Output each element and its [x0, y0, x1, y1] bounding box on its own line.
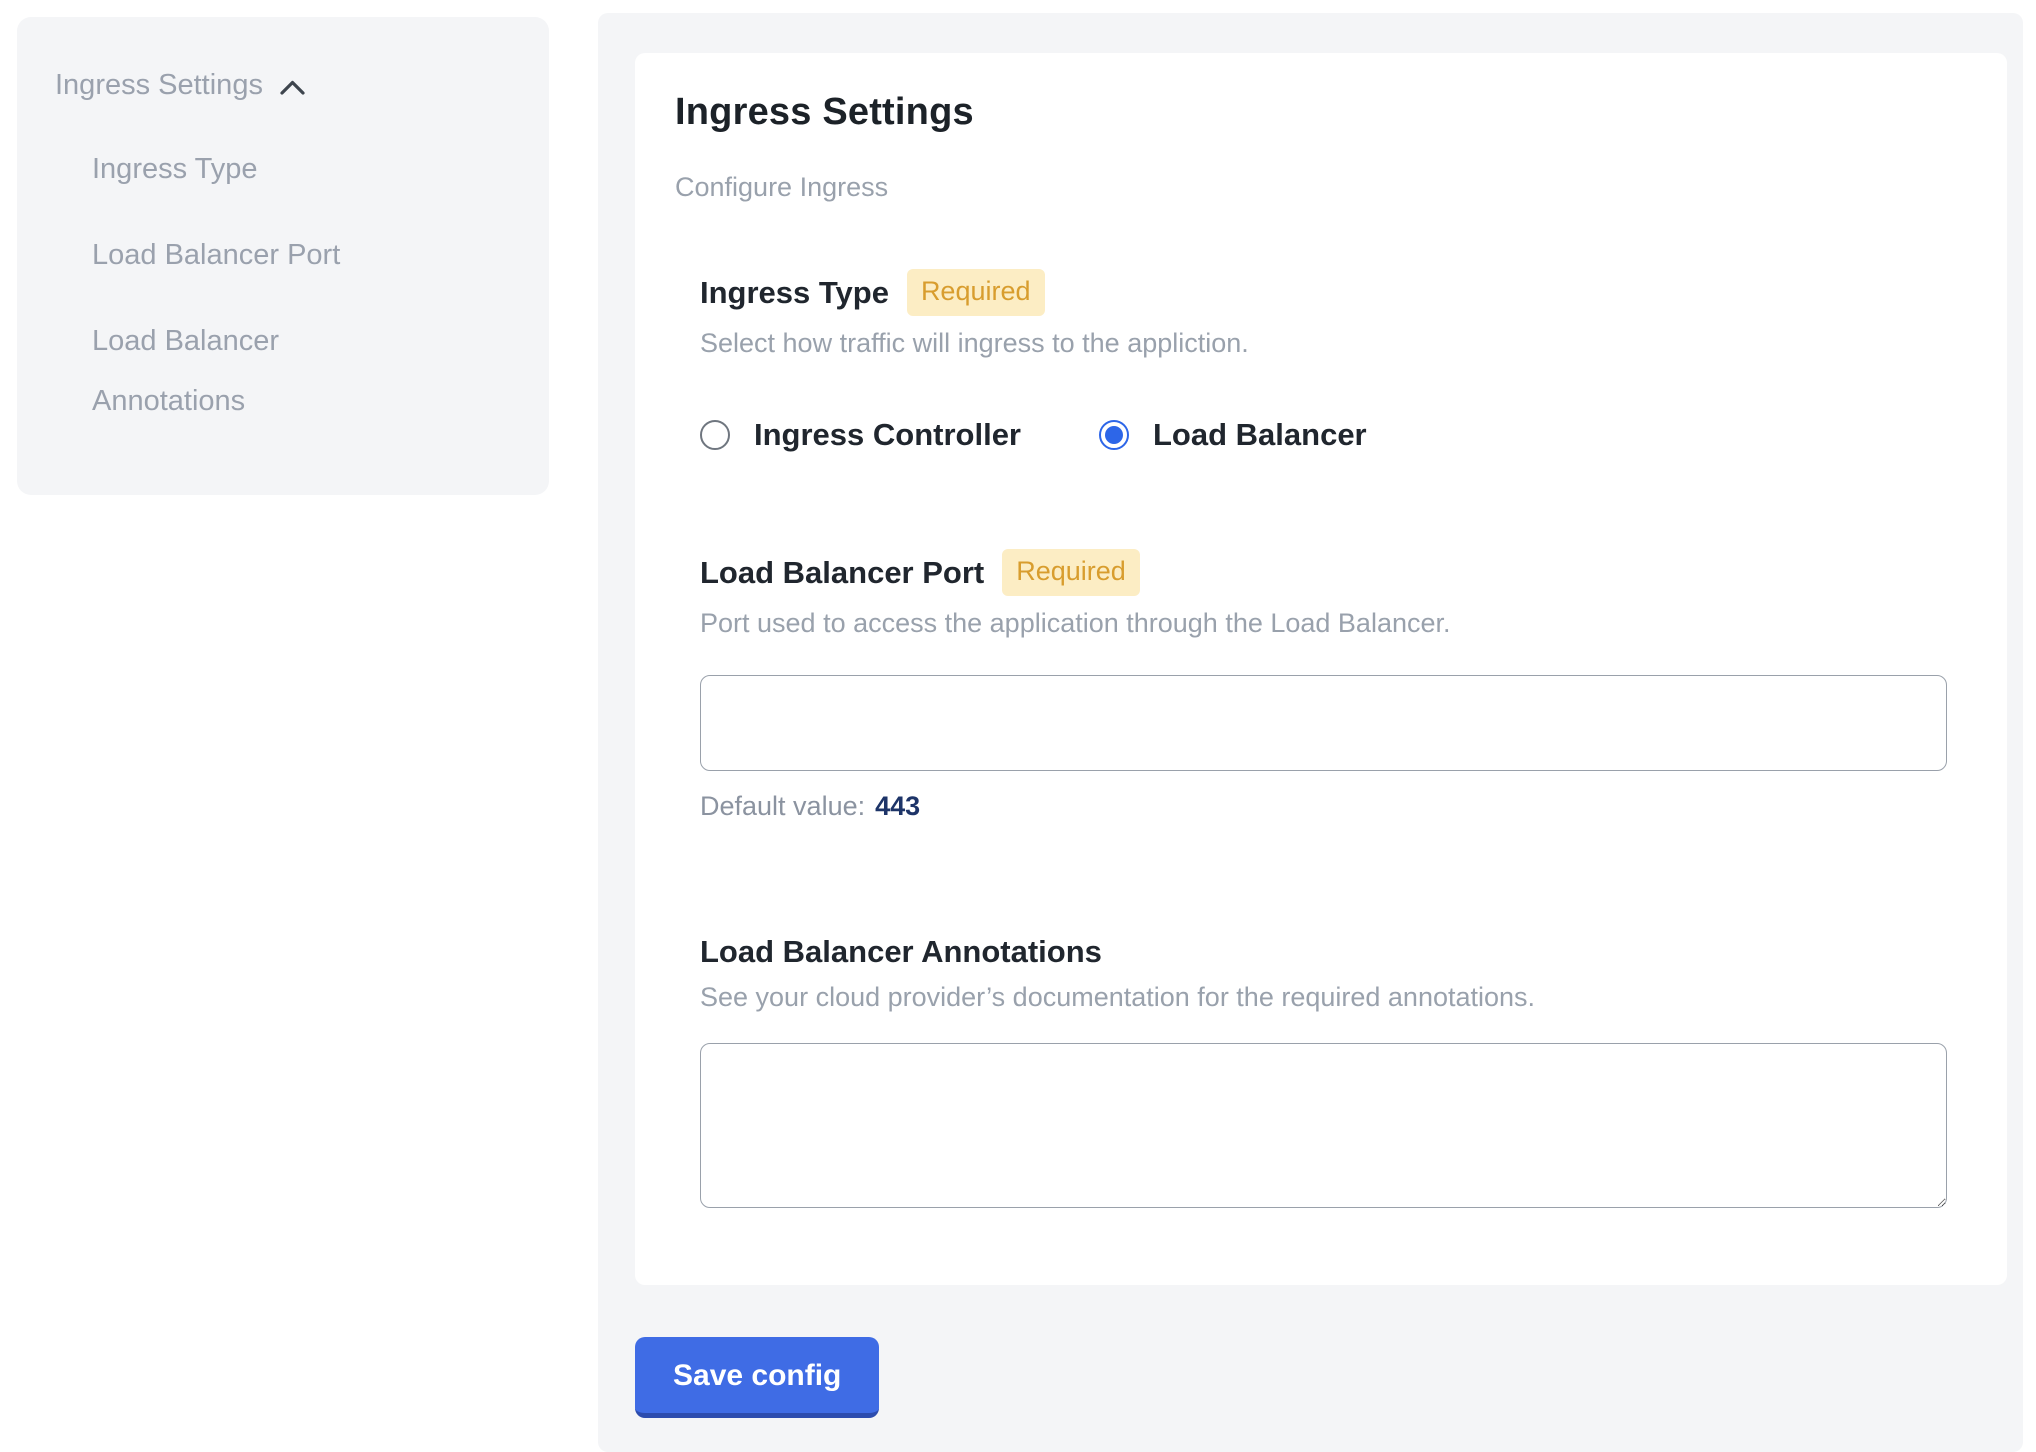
page-subtitle: Configure Ingress: [675, 172, 1965, 203]
required-badge: Required: [907, 269, 1045, 316]
radio-selected-icon: [1099, 420, 1129, 450]
ingress-type-description: Select how traffic will ingress to the a…: [700, 328, 1947, 359]
radio-unselected-icon: [700, 420, 730, 450]
load-balancer-port-input[interactable]: [700, 675, 1947, 771]
default-value-row: Default value: 443: [700, 791, 1947, 822]
load-balancer-annotations-label: Load Balancer Annotations: [700, 934, 1947, 970]
load-balancer-annotations-field: Load Balancer Annotations See your cloud…: [700, 934, 1947, 1208]
chevron-up-icon: [279, 79, 306, 96]
ingress-type-label: Ingress Type: [700, 275, 889, 311]
save-config-button[interactable]: Save config: [635, 1337, 879, 1418]
load-balancer-port-label-row: Load Balancer Port Required: [700, 549, 1947, 596]
page-title: Ingress Settings: [675, 91, 1965, 134]
sidebar-item-load-balancer-port[interactable]: Load Balancer Port: [92, 225, 519, 285]
ingress-type-radio-group: Ingress Controller Load Balancer: [700, 417, 1947, 453]
card-body: Ingress Type Required Select how traffic…: [675, 269, 1965, 1208]
load-balancer-annotations-description: See your cloud provider’s documentation …: [700, 982, 1947, 1013]
settings-nav-sidebar: Ingress Settings Ingress Type Load Balan…: [17, 17, 549, 495]
load-balancer-port-label: Load Balancer Port: [700, 555, 984, 591]
sidebar-item-ingress-type[interactable]: Ingress Type: [92, 139, 519, 199]
sidebar-group-label: Ingress Settings: [55, 57, 263, 113]
sidebar-items: Ingress Type Load Balancer Port Load Bal…: [92, 139, 519, 431]
load-balancer-port-field: Load Balancer Port Required Port used to…: [700, 549, 1947, 822]
default-value-label: Default value:: [700, 791, 865, 821]
ingress-type-label-row: Ingress Type Required: [700, 269, 1947, 316]
sidebar-item-load-balancer-annotations[interactable]: Load Balancer Annotations: [92, 311, 422, 431]
radio-option-label: Load Balancer: [1153, 417, 1367, 453]
radio-option-label: Ingress Controller: [754, 417, 1021, 453]
load-balancer-port-description: Port used to access the application thro…: [700, 608, 1947, 639]
ingress-settings-card: Ingress Settings Configure Ingress Ingre…: [635, 53, 2007, 1285]
radio-option-ingress-controller[interactable]: Ingress Controller: [700, 417, 1021, 453]
load-balancer-annotations-textarea[interactable]: [700, 1043, 1947, 1208]
radio-option-load-balancer[interactable]: Load Balancer: [1099, 417, 1367, 453]
default-value: 443: [875, 791, 920, 821]
sidebar-group-ingress-settings[interactable]: Ingress Settings: [55, 57, 519, 113]
main-panel: Ingress Settings Configure Ingress Ingre…: [598, 13, 2023, 1452]
required-badge: Required: [1002, 549, 1140, 596]
ingress-type-field: Ingress Type Required Select how traffic…: [700, 269, 1947, 453]
